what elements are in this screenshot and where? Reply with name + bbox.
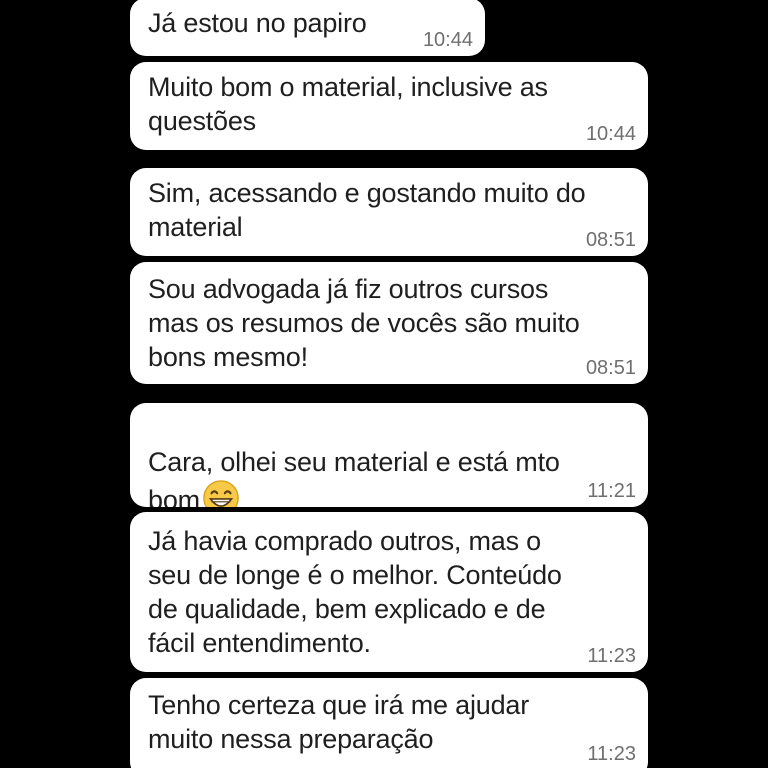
message-text: Muito bom o material, inclusive as quest… [148, 72, 548, 136]
message-timestamp: 08:51 [585, 229, 636, 251]
message-timestamp: 10:44 [585, 123, 636, 145]
chat-screenshot-collage: Já estou no papiro 10:44 Muito bom o mat… [0, 0, 768, 768]
message-bubble[interactable]: Sou advogada já fiz outros cursos mas os… [130, 262, 648, 384]
message-text: Tenho certeza que irá me ajudar muito ne… [148, 690, 530, 754]
message-timestamp: 11:23 [587, 645, 636, 667]
message-text: Já estou no papiro [148, 8, 367, 38]
message-text: Já havia comprado outros, mas o seu de l… [148, 526, 562, 658]
message-bubble[interactable]: Muito bom o material, inclusive as quest… [130, 62, 648, 150]
message-bubble[interactable]: Já havia comprado outros, mas o seu de l… [130, 512, 648, 672]
message-timestamp: 11:23 [587, 743, 636, 765]
grinning-face-emoji-icon [203, 480, 239, 507]
message-bubble[interactable]: Cara, olhei seu material e está mto bom … [130, 403, 648, 507]
message-bubble[interactable]: Sim, acessando e gostando muito do mater… [130, 168, 648, 256]
message-text: Sou advogada já fiz outros cursos mas os… [148, 274, 580, 372]
message-bubble[interactable]: Já estou no papiro 10:44 [130, 0, 485, 56]
message-text: Sim, acessando e gostando muito do mater… [148, 178, 586, 242]
message-timestamp: 10:44 [422, 29, 473, 51]
message-text: Cara, olhei seu material e está mto bom [148, 411, 560, 507]
message-bubble[interactable]: Tenho certeza que irá me ajudar muito ne… [130, 678, 648, 768]
message-timestamp: 08:51 [585, 357, 636, 379]
message-timestamp: 11:21 [587, 480, 636, 502]
